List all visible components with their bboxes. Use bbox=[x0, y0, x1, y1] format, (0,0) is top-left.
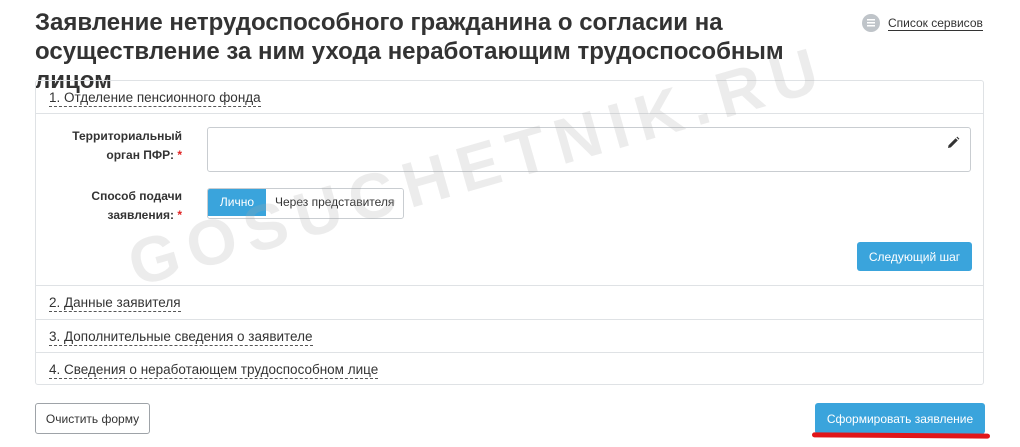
highlight-underline bbox=[811, 432, 991, 439]
required-mark: * bbox=[177, 148, 182, 162]
services-list-link[interactable]: Список сервисов bbox=[862, 14, 983, 32]
section-header-caregiver[interactable]: 4. Сведения о неработающем трудоспособно… bbox=[36, 353, 983, 386]
method-field-label: Способ подачи заявления: * bbox=[56, 187, 182, 225]
next-step-button[interactable]: Следующий шаг bbox=[857, 242, 972, 271]
divider bbox=[36, 113, 983, 114]
section-title[interactable]: 4. Сведения о неработающем трудоспособно… bbox=[49, 362, 379, 379]
section-title[interactable]: 2. Данные заявителя bbox=[49, 295, 181, 312]
pfr-field-label: Территориальный орган ПФР: * bbox=[56, 127, 182, 165]
section-title[interactable]: 1. Отделение пенсионного фонда bbox=[49, 90, 261, 107]
services-list-label[interactable]: Список сервисов bbox=[888, 16, 983, 31]
list-icon bbox=[862, 14, 880, 32]
pfr-label-line1: Территориальный bbox=[72, 129, 182, 143]
section-header-pfr[interactable]: 1. Отделение пенсионного фонда bbox=[36, 81, 983, 114]
method-toggle-group: Лично Через представителя bbox=[207, 188, 405, 219]
section-header-additional[interactable]: 3. Дополнительные сведения о заявителе bbox=[36, 320, 983, 353]
clear-form-button[interactable]: Очистить форму bbox=[35, 403, 150, 434]
method-option-in-person[interactable]: Лично bbox=[208, 189, 266, 216]
method-label-line2: заявления: bbox=[107, 208, 174, 222]
generate-application-button[interactable]: Сформировать заявление bbox=[815, 403, 985, 434]
required-mark: * bbox=[177, 208, 182, 222]
section-title[interactable]: 3. Дополнительные сведения о заявителе bbox=[49, 329, 313, 346]
pfr-input[interactable] bbox=[207, 127, 971, 172]
pfr-label-line2: орган ПФР: bbox=[106, 148, 174, 162]
method-option-representative[interactable]: Через представителя bbox=[266, 189, 404, 216]
method-label-line1: Способ подачи bbox=[91, 189, 182, 203]
pencil-icon[interactable] bbox=[946, 136, 960, 150]
section-header-applicant[interactable]: 2. Данные заявителя bbox=[36, 286, 983, 319]
form-accordion: 1. Отделение пенсионного фонда Территори… bbox=[35, 80, 984, 385]
